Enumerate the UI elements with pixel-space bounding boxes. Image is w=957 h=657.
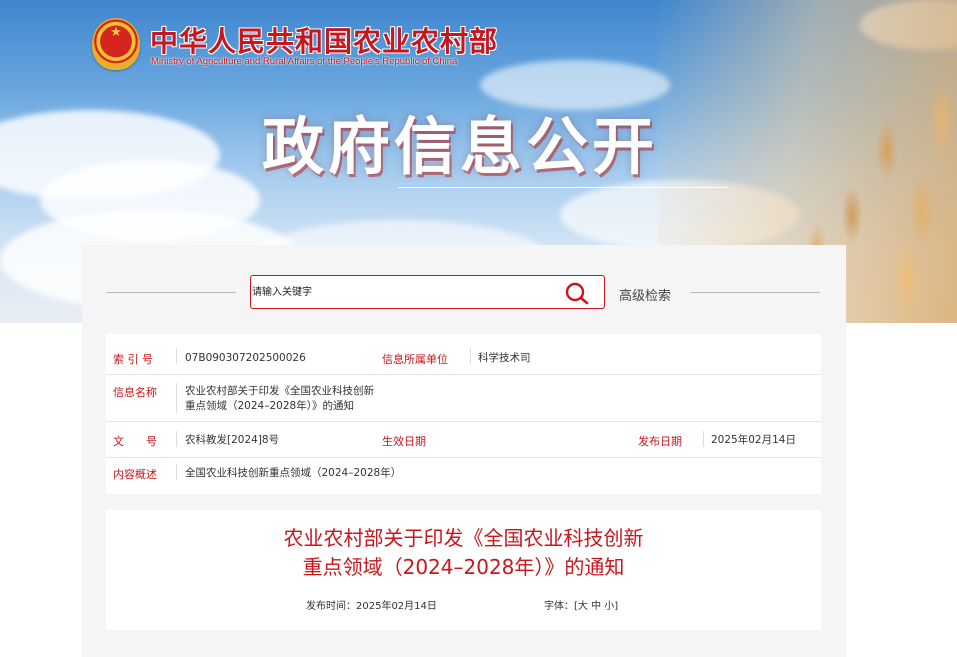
unit-value: 科学技术司 bbox=[478, 352, 531, 364]
index-label: 索 引 号 bbox=[113, 353, 153, 366]
name-value-line2: 重点领域（2024–2028年）》的通知 bbox=[185, 400, 354, 412]
meta-separator bbox=[703, 431, 704, 447]
article-title: 农业农村部关于印发《全国农业科技创新 重点领域（2024–2028年）》的通知 bbox=[106, 524, 821, 582]
font-bracket-close: ] bbox=[614, 601, 619, 612]
font-small-button[interactable]: 小 bbox=[604, 601, 614, 612]
font-size-control: 字体：[大 中 小] bbox=[544, 597, 618, 612]
star-icon: ★ bbox=[110, 25, 122, 40]
article-publish-time: 发布时间：2025年02月14日 bbox=[306, 601, 437, 612]
article-title-line2: 重点领域（2024–2028年）》的通知 bbox=[302, 555, 625, 579]
unit-label: 信息所属单位 bbox=[382, 353, 448, 366]
search-box bbox=[250, 275, 605, 309]
search-divider-right bbox=[690, 292, 820, 293]
font-size-label: 字体： bbox=[544, 601, 574, 612]
name-value-line1: 农业农村部关于印发《全国农业科技创新 bbox=[185, 385, 374, 397]
meta-separator bbox=[176, 383, 177, 413]
meta-separator bbox=[470, 348, 471, 364]
site-name-en[interactable]: Ministry of Agriculture and Rural Affair… bbox=[151, 56, 457, 67]
article-panel: 农业农村部关于印发《全国农业科技创新 重点领域（2024–2028年）》的通知 … bbox=[106, 510, 821, 630]
publish-date-label: 发布日期 bbox=[638, 435, 682, 448]
summary-label: 内容概述 bbox=[113, 468, 157, 481]
search-input[interactable] bbox=[251, 276, 552, 308]
doc-number-value: 农科教发[2024]8号 bbox=[185, 434, 280, 446]
article-title-line1: 农业农村部关于印发《全国农业科技创新 bbox=[283, 526, 644, 550]
meta-row-index: 索 引 号 07B090307202500026 信息所属单位 科学技术司 bbox=[106, 334, 821, 375]
hero-divider bbox=[398, 187, 728, 188]
search-divider-left bbox=[106, 292, 236, 293]
meta-row-doc: 文 号 农科教发[2024]8号 生效日期 发布日期 2025年02月14日 bbox=[106, 421, 821, 458]
site-name[interactable]: 中华人民共和国农业农村部 bbox=[150, 20, 498, 60]
search-icon[interactable] bbox=[563, 281, 593, 305]
meta-separator bbox=[176, 431, 177, 447]
effective-date-label: 生效日期 bbox=[382, 435, 426, 448]
index-value: 07B090307202500026 bbox=[185, 352, 306, 364]
meta-row-name: 信息名称 农业农村部关于印发《全国农业科技创新 重点领域（2024–2028年）… bbox=[106, 374, 821, 422]
advanced-search-link[interactable]: 高级检索 bbox=[619, 285, 671, 304]
meta-separator bbox=[176, 464, 177, 480]
name-label: 信息名称 bbox=[113, 386, 157, 399]
font-medium-button[interactable]: 中 bbox=[591, 601, 601, 612]
summary-value: 全国农业科技创新重点领域（2024–2028年） bbox=[185, 467, 402, 479]
doc-number-label: 文 号 bbox=[113, 435, 157, 448]
info-metadata-table: 索 引 号 07B090307202500026 信息所属单位 科学技术司 信息… bbox=[106, 334, 821, 494]
hero-title: 政府信息公开 bbox=[262, 110, 659, 183]
meta-separator bbox=[176, 348, 177, 364]
meta-row-summary: 内容概述 全国农业科技创新重点领域（2024–2028年） bbox=[106, 457, 821, 491]
font-large-button[interactable]: 大 bbox=[578, 601, 588, 612]
publish-date-value: 2025年02月14日 bbox=[711, 434, 796, 446]
